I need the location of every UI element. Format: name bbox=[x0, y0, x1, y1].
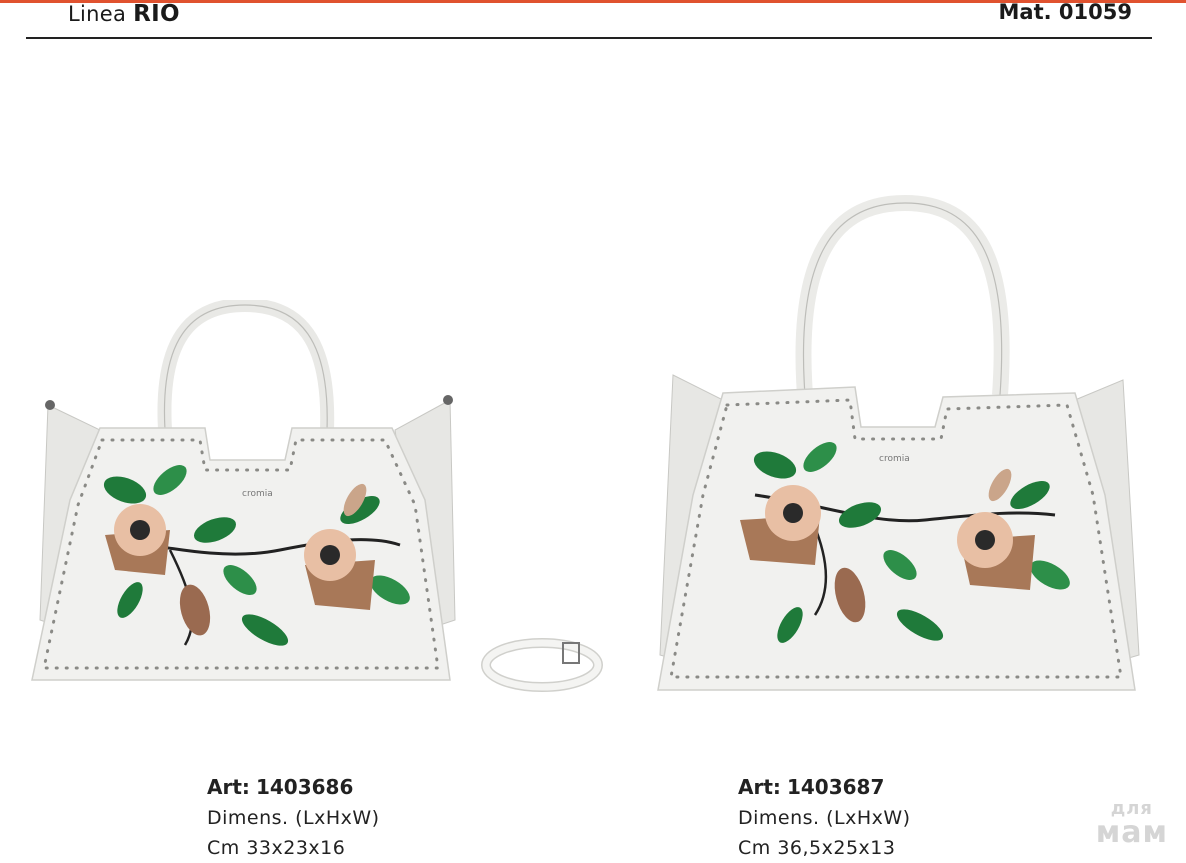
dimensions-label-1: Dimens. (LxHxW) bbox=[207, 807, 380, 829]
bag-logo-1: cromia bbox=[242, 489, 273, 499]
art-number-2: 1403687 bbox=[786, 775, 885, 799]
art-line-2: Art: 1403687 bbox=[738, 772, 911, 803]
page-header: Linea RIO Mat. 01059 bbox=[0, 0, 1186, 40]
collection-title: Linea RIO bbox=[68, 1, 180, 27]
collection-prefix: Linea bbox=[68, 2, 127, 26]
art-label-1: Art: bbox=[207, 775, 250, 799]
art-number-1: 1403686 bbox=[255, 775, 354, 799]
product-caption-1: Art: 1403686 Dimens. (LxHxW) Cm 33x23x16 bbox=[207, 772, 380, 863]
art-label-2: Art: bbox=[738, 775, 781, 799]
collection-name: RIO bbox=[133, 1, 180, 27]
watermark-line-2: мам bbox=[1095, 815, 1168, 850]
product-image-1: cromia bbox=[30, 300, 610, 700]
art-line-1: Art: 1403686 bbox=[207, 772, 380, 803]
dimensions-label-2: Dimens. (LxHxW) bbox=[738, 807, 911, 829]
watermark-logo: для мам bbox=[1096, 800, 1168, 848]
product-caption-2: Art: 1403687 Dimens. (LxHxW) Cm 36,5x25x… bbox=[738, 772, 911, 863]
header-divider bbox=[26, 37, 1152, 39]
dimensions-value-1: Cm 33x23x16 bbox=[207, 837, 346, 859]
material-code: Mat. 01059 bbox=[998, 0, 1132, 24]
dimensions-value-2: Cm 36,5x25x13 bbox=[738, 837, 896, 859]
bag-logo-2: cromia bbox=[879, 454, 910, 464]
product-image-2: cromia bbox=[655, 195, 1145, 705]
